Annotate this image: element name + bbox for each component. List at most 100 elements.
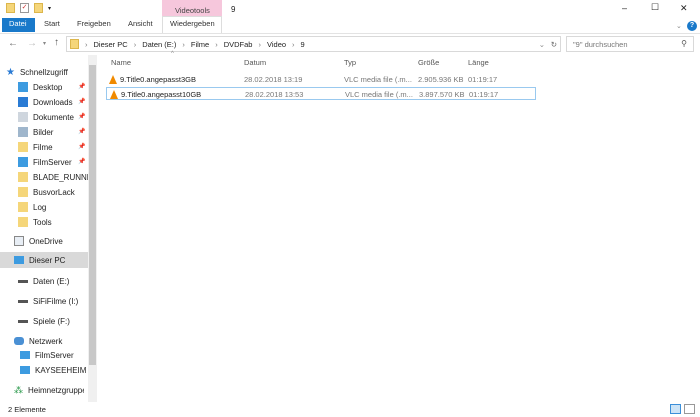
sidebar-item-dieser-pc[interactable]: Dieser PC [14,253,84,267]
address-dropdown-icon[interactable]: ⌄ [539,40,545,49]
folder-icon [18,187,28,197]
column-header-typ[interactable]: Typ [344,58,356,67]
homegroup-icon: ⁂ [14,384,23,395]
file-length: 01:19:17 [468,75,498,84]
computer-icon [14,256,24,264]
ribbon-divider [0,33,700,34]
expand-ribbon-icon[interactable]: ⌄ [676,22,682,30]
navigation-pane: ★ Schnellzugriff Desktop 📌 Downloads 📌 Dokume… [0,55,97,402]
folder-icon [70,39,79,49]
vlc-icon [110,90,118,99]
breadcrumb-dieser-pc[interactable]: Dieser PC [94,40,128,49]
computer-icon [20,366,30,374]
file-row[interactable]: 9.Title0.angepasst3GB 28.02.2018 13:19 VLC… [106,73,536,86]
address-bar[interactable]: › Dieser PC › Daten (E:) › Filme › DVDFab › V… [66,36,561,52]
file-row[interactable]: 9.Title0.angepasst10GB 28.02.2018 13:53 VL… [106,87,536,100]
help-icon[interactable]: ? [687,21,697,31]
sidebar-item-kayseeheim[interactable]: KAYSEEHEIM [20,363,90,377]
new-folder-icon[interactable] [34,3,43,13]
star-icon: ★ [6,66,15,78]
properties-icon[interactable]: ✓ [20,3,29,13]
file-length: 01:19:17 [469,90,499,99]
folder-icon [18,202,28,212]
sidebar-item-quick[interactable]: BusvorLack [18,185,88,199]
drive-icon [18,319,28,323]
onedrive-icon [14,236,24,246]
breadcrumb-dvdfab[interactable]: DVDFab [224,40,253,49]
quick-access-toolbar: ✓ ▾ [6,3,51,13]
tab-datei-label: Datei [9,19,27,28]
network-icon [14,337,24,345]
pin-icon[interactable]: 📌 [78,83,85,90]
drive-icon [18,299,28,303]
file-type: VLC media file (.m... [344,75,412,84]
sidebar-item-onedrive[interactable]: OneDrive [14,234,84,248]
file-name: 9.Title0.angepasst3GB [120,75,197,84]
computer-icon [20,351,30,359]
window-title: 9 [231,5,236,14]
sidebar-item-drive-daten[interactable]: Daten (E:) [18,274,88,288]
drive-icon [18,279,28,283]
desktop-icon [18,82,28,92]
search-input[interactable]: "9" durchsuchen ⚲ [566,36,694,52]
sort-indicator-icon: ^ [171,51,174,57]
tab-freigeben[interactable]: Freigeben [77,19,111,28]
sidebar-item-drive-spiele[interactable]: Spiele (F:) [18,314,88,328]
pin-icon[interactable]: 📌 [78,128,85,135]
refresh-icon[interactable]: ↻ [551,40,557,49]
pictures-icon [18,127,28,137]
folder-icon [18,172,28,182]
breadcrumb-video[interactable]: Video [267,40,286,49]
pin-icon[interactable]: 📌 [78,98,85,105]
folder-icon [18,142,28,152]
tab-start[interactable]: Start [44,19,60,28]
pin-icon[interactable]: 📌 [78,113,85,120]
column-header-datum[interactable]: Datum [244,58,266,67]
folder-icon [6,3,15,13]
tab-wiedergeben-label: Wiedergeben [170,19,215,28]
back-button[interactable]: ← [8,38,18,49]
context-tab-label: Videotools [175,6,210,15]
search-icon: ⚲ [681,39,687,48]
file-name: 9.Title0.angepasst10GB [121,90,202,99]
documents-icon [18,112,28,122]
tab-ansicht[interactable]: Ansicht [128,19,153,28]
download-icon [18,97,28,107]
file-date: 28.02.2018 13:19 [244,75,303,84]
column-header-name[interactable]: Name [111,58,131,67]
file-date: 28.02.2018 13:53 [245,90,304,99]
status-item-count: 2 Elemente [8,405,46,414]
forward-button[interactable]: → [27,38,37,49]
file-type: VLC media file (.m... [345,90,413,99]
minimize-button[interactable]: – [622,3,627,13]
column-header-laenge[interactable]: Länge [468,58,489,67]
recent-dropdown-icon[interactable]: ▾ [43,40,46,47]
pin-icon[interactable]: 📌 [78,158,85,165]
file-size: 2.905.936 KB [418,75,464,84]
maximize-button[interactable]: ☐ [651,2,659,13]
close-button[interactable]: ✕ [680,3,688,14]
breadcrumb-filme[interactable]: Filme [191,40,209,49]
scrollbar-thumb[interactable] [89,65,96,365]
sidebar-item-heimnetzgruppe[interactable]: ⁂ Heimnetzgruppe [14,383,84,397]
breadcrumb-9[interactable]: 9 [301,40,305,49]
pin-icon[interactable]: 📌 [78,143,85,150]
details-view-button[interactable] [670,404,681,414]
folder-icon [18,217,28,227]
sidebar-item-drive-sififilme[interactable]: SiFiFilme (I:) [18,294,88,308]
monitor-icon [18,157,28,167]
sidebar-item-schnellzugriff[interactable]: ★ Schnellzugriff [6,65,76,79]
sidebar-item-quick[interactable]: BLADE_RUNNER [18,170,88,184]
sidebar-item-filmserver-net[interactable]: FilmServer [20,348,90,362]
vlc-icon [109,75,117,84]
sidebar-scrollbar[interactable] [88,55,97,402]
customize-dropdown-icon[interactable]: ▾ [48,5,51,12]
sidebar-item-netzwerk[interactable]: Netzwerk [14,334,84,348]
breadcrumb-daten[interactable]: Daten (E:) [142,40,176,49]
column-header-groesse[interactable]: Größe [418,58,439,67]
sidebar-item-quick[interactable]: Log [18,200,88,214]
large-icons-view-button[interactable] [684,404,695,414]
file-size: 3.897.570 KB [419,90,465,99]
sidebar-item-quick[interactable]: Tools [18,215,88,229]
up-button[interactable]: ↑ [54,37,59,48]
